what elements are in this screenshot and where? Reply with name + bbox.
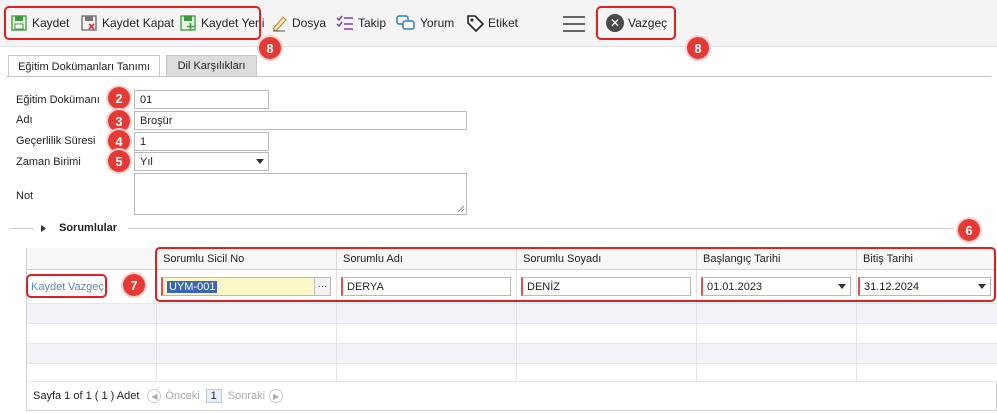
- validity-input[interactable]: 1: [134, 132, 269, 151]
- tab-label: Dil Karşılıkları: [177, 60, 246, 72]
- comment-icon: [396, 15, 415, 30]
- table-row: [27, 364, 997, 382]
- file-label: Dosya: [292, 16, 327, 30]
- note-label: Not: [16, 190, 34, 202]
- validity-label: Geçerlilik Süresi: [16, 135, 96, 147]
- file-icon: [272, 16, 287, 32]
- section-title: Sorumlular: [59, 222, 118, 234]
- annotation-badge: 4: [108, 130, 130, 152]
- section-divider: [10, 228, 34, 229]
- pager-prev[interactable]: Önceki: [165, 390, 199, 402]
- section-divider: [128, 228, 954, 229]
- follow-label: Takip: [358, 16, 387, 30]
- time-unit-label: Zaman Birimi: [16, 156, 81, 168]
- tag-label: Etiket: [488, 16, 519, 30]
- pager-summary: Sayfa 1 of 1 ( 1 ) Adet: [33, 390, 140, 402]
- file-button[interactable]: Dosya: [270, 12, 326, 34]
- table-row: [27, 344, 997, 364]
- highlight-box-row-actions: [26, 274, 107, 298]
- highlight-box-save-group: [4, 6, 261, 40]
- follow-button[interactable]: Takip: [336, 12, 386, 34]
- pager-next[interactable]: Sonraki: [228, 390, 265, 402]
- name-label: Adı: [16, 114, 33, 126]
- tab-label: Eğitim Dokümanları Tanımı: [18, 60, 150, 73]
- annotation-badge: 7: [123, 274, 145, 296]
- checklist-icon: [336, 15, 353, 30]
- annotation-badge: 2: [108, 87, 130, 109]
- chevron-down-icon: [256, 159, 264, 164]
- pager: Sayfa 1 of 1 ( 1 ) Adet ◀ Önceki 1 Sonra…: [27, 382, 997, 410]
- menu-icon[interactable]: [563, 16, 585, 32]
- table-row: [27, 324, 997, 344]
- tab-training-documents[interactable]: Eğitim Dokümanları Tanımı: [8, 55, 160, 77]
- next-arrow-icon[interactable]: ▶: [269, 389, 284, 403]
- doc-input[interactable]: 01: [134, 90, 269, 109]
- note-textarea[interactable]: [134, 173, 467, 215]
- annotation-badge: 3: [108, 110, 130, 132]
- highlight-box-grid-row: [155, 247, 996, 302]
- name-input[interactable]: Broşür: [134, 111, 467, 130]
- expand-arrow-icon[interactable]: [40, 224, 48, 233]
- prev-arrow-icon[interactable]: ◀: [147, 389, 162, 403]
- time-unit-value: Yıl: [140, 155, 153, 168]
- comment-button[interactable]: Yorum: [396, 12, 454, 34]
- annotation-badge: 5: [108, 150, 130, 172]
- time-unit-select[interactable]: Yıl: [134, 152, 269, 171]
- tab-language-equivalents[interactable]: Dil Karşılıkları: [166, 55, 257, 76]
- comment-label: Yorum: [420, 16, 455, 30]
- table-row: [27, 304, 997, 324]
- highlight-box-cancel: [596, 6, 676, 40]
- tag-icon: [467, 15, 484, 32]
- grid-header-actions: [27, 248, 157, 270]
- annotation-badge: 8: [259, 37, 281, 59]
- resize-handle-icon[interactable]: [457, 205, 465, 213]
- doc-label: Eğitim Dokümanı: [16, 94, 100, 106]
- pager-page[interactable]: 1: [205, 389, 222, 403]
- tab-divider: [6, 76, 991, 77]
- annotation-badge: 8: [687, 37, 709, 59]
- annotation-badge: 6: [958, 219, 980, 241]
- tag-button[interactable]: Etiket: [466, 12, 518, 34]
